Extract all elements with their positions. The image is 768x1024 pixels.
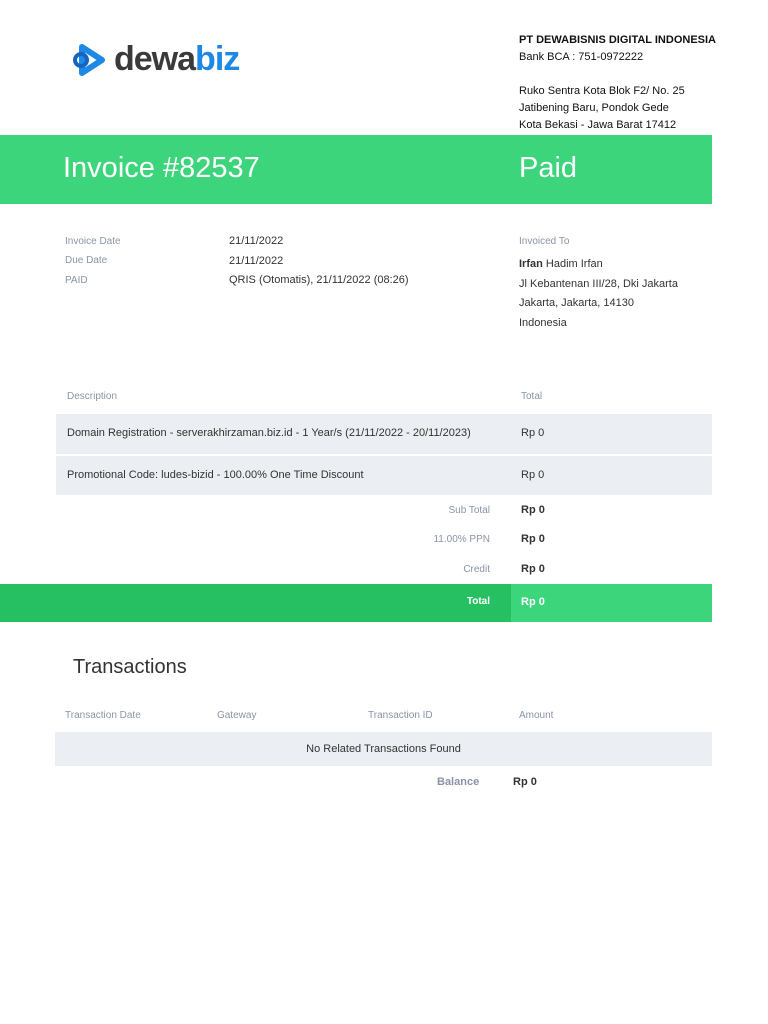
company-bank: Bank BCA : 751-0972222 (519, 51, 644, 63)
paid-info: QRIS (Otomatis), 21/11/2022 (08:26) (229, 274, 409, 286)
description-header: Description (67, 391, 118, 402)
item-description: Domain Registration - serverakhirzaman.b… (67, 427, 471, 439)
company-address-3: Kota Bekasi - Jawa Barat 17412 (519, 119, 677, 131)
client-last-name: Hadim Irfan (542, 258, 603, 270)
company-address-1: Ruko Sentra Kota Blok F2/ No. 25 (519, 85, 685, 97)
balance-label: Balance (437, 776, 480, 788)
item-total: Rp 0 (521, 427, 545, 439)
logo-text-accent: biz (195, 40, 240, 78)
credit-label: Credit (463, 564, 490, 575)
total-label: Total (466, 596, 490, 607)
invoiced-to-label: Invoiced To (519, 236, 570, 247)
due-date-label: Due Date (65, 255, 108, 266)
transactions-title: Transactions (73, 656, 187, 678)
logo-text: dewa (114, 40, 196, 78)
total-label-bar: Total (0, 584, 511, 622)
balance-value: Rp 0 (513, 776, 537, 788)
invoice-date: 21/11/2022 (229, 235, 284, 247)
amount-header: Amount (519, 710, 554, 721)
company-info: PT DEWABISNIS DIGITAL INDONESIA Bank BCA… (519, 32, 716, 134)
credit-value: Rp 0 (521, 563, 545, 575)
invoice-title: Invoice #82537 (63, 152, 260, 184)
client-first-name: Irfan (519, 258, 543, 270)
gateway-header: Gateway (217, 710, 257, 721)
client-address-1: Jl Kebantenan III/28, Dki Jakarta (519, 277, 678, 290)
invoice-banner: Invoice #82537 Paid (0, 135, 712, 204)
invoice-date-label: Invoice Date (65, 236, 121, 247)
total-value-bar: Rp 0 (511, 584, 712, 622)
no-transactions-text: No Related Transactions Found (306, 743, 461, 755)
tax-value: Rp 0 (521, 533, 545, 545)
subtotal-label: Sub Total (448, 505, 490, 516)
invoiced-to: Invoiced To Irfan Hadim Irfan Jl Kebante… (519, 236, 678, 333)
item-total: Rp 0 (521, 469, 545, 481)
total-value: Rp 0 (521, 596, 545, 608)
company-name: PT DEWABISNIS DIGITAL INDONESIA (519, 34, 716, 46)
logo-icon (73, 43, 105, 76)
total-header: Total (521, 391, 543, 402)
logo: dewabiz (72, 40, 240, 79)
transaction-id-header: Transaction ID (368, 710, 433, 721)
due-date: 21/11/2022 (229, 255, 284, 267)
company-address-2: Jatibening Baru, Pondok Gede (519, 102, 669, 114)
transaction-date-header: Transaction Date (65, 710, 141, 721)
no-transactions-row: No Related Transactions Found (55, 732, 712, 766)
table-row: Domain Registration - serverakhirzaman.b… (56, 414, 712, 454)
client-address-2: Jakarta, Jakarta, 14130 (519, 297, 634, 309)
invoice-status: Paid (519, 152, 578, 184)
item-description: Promotional Code: ludes-bizid - 100.00% … (67, 469, 364, 481)
client-country: Indonesia (519, 316, 567, 329)
table-row: Promotional Code: ludes-bizid - 100.00% … (56, 455, 712, 495)
client-name: Irfan Hadim Irfan (519, 255, 678, 275)
paid-label: PAID (65, 275, 88, 286)
subtotal-value: Rp 0 (521, 504, 545, 516)
tax-label: 11.00% PPN (433, 534, 490, 545)
